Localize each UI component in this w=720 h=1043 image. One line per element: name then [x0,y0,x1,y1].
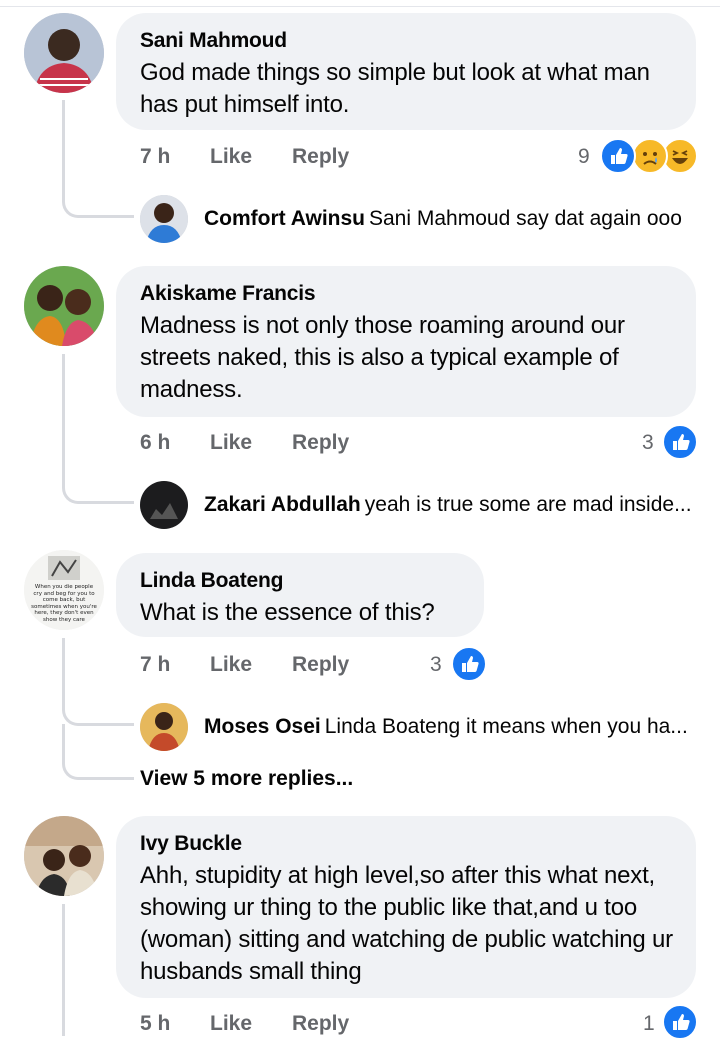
like-icon[interactable] [662,1004,698,1040]
like-icon[interactable] [451,646,487,682]
reply-author[interactable]: Zakari Abdullah [204,493,361,516]
comment-bubble: Linda Boateng What is the essence of thi… [116,553,484,637]
reply-item: Zakari Abdullah yeah is true some are mad… [204,493,692,517]
commenter-name[interactable]: Ivy Buckle [140,830,674,857]
commenter-name[interactable]: Sani Mahmoud [140,27,674,54]
reply-thread-line [62,904,65,1036]
reaction-count[interactable]: 9 [578,145,590,169]
avatar[interactable]: When you die people cry and beg for you … [24,550,104,630]
reply-text[interactable]: Linda Boateng it means when you ha... [325,715,688,738]
timestamp[interactable]: 6 h [140,431,170,455]
reaction-count[interactable]: 3 [430,653,442,677]
like-button[interactable]: Like [210,1012,252,1036]
comment-text: God made things so simple but look at wh… [140,59,650,118]
avatar[interactable] [140,195,188,243]
reaction-count[interactable]: 3 [642,431,654,455]
avatar[interactable] [24,816,104,896]
comment-bubble: Ivy Buckle Ahh, stupidity at high level,… [116,816,696,998]
like-icon[interactable] [600,138,636,174]
comment-text: Madness is not only those roaming around… [140,312,625,403]
reply-author[interactable]: Comfort Awinsu [204,207,365,230]
avatar[interactable] [140,481,188,529]
avatar[interactable] [140,703,188,751]
commenter-name[interactable]: Linda Boateng [140,567,462,594]
comment-bubble: Akiskame Francis Madness is not only tho… [116,266,696,417]
reply-item: Moses Osei Linda Boateng it means when yo… [204,715,688,739]
reply-button[interactable]: Reply [292,145,349,169]
comment-text: Ahh, stupidity at high level,so after th… [140,862,673,985]
like-button[interactable]: Like [210,145,252,169]
reply-button[interactable]: Reply [292,1012,349,1036]
reply-author[interactable]: Moses Osei [204,715,321,738]
reply-item: Comfort Awinsu Sani Mahmoud say dat again… [204,207,682,231]
reply-thread-line [62,100,134,218]
comment-bubble: Sani Mahmoud God made things so simple b… [116,13,696,130]
avatar[interactable] [24,266,104,346]
reply-thread-line [62,724,134,780]
timestamp[interactable]: 7 h [140,653,170,677]
like-button[interactable]: Like [210,653,252,677]
reply-button[interactable]: Reply [292,653,349,677]
sad-icon[interactable] [632,138,668,174]
reply-button[interactable]: Reply [292,431,349,455]
like-icon[interactable] [662,424,698,460]
reply-thread-line [62,638,134,726]
view-more-replies-link[interactable]: View 5 more replies... [140,767,353,791]
commenter-name[interactable]: Akiskame Francis [140,280,674,307]
reply-text[interactable]: Sani Mahmoud say dat again ooo [369,207,682,230]
avatar-caption: When you die people cry and beg for you … [31,584,97,623]
comment-text: What is the essence of this? [140,599,435,626]
like-button[interactable]: Like [210,431,252,455]
timestamp[interactable]: 5 h [140,1012,170,1036]
reply-text[interactable]: yeah is true some are mad inside... [365,493,692,516]
reaction-count[interactable]: 1 [643,1012,655,1036]
reply-thread-line [62,354,134,504]
avatar[interactable] [24,13,104,93]
top-divider [0,6,720,7]
timestamp[interactable]: 7 h [140,145,170,169]
